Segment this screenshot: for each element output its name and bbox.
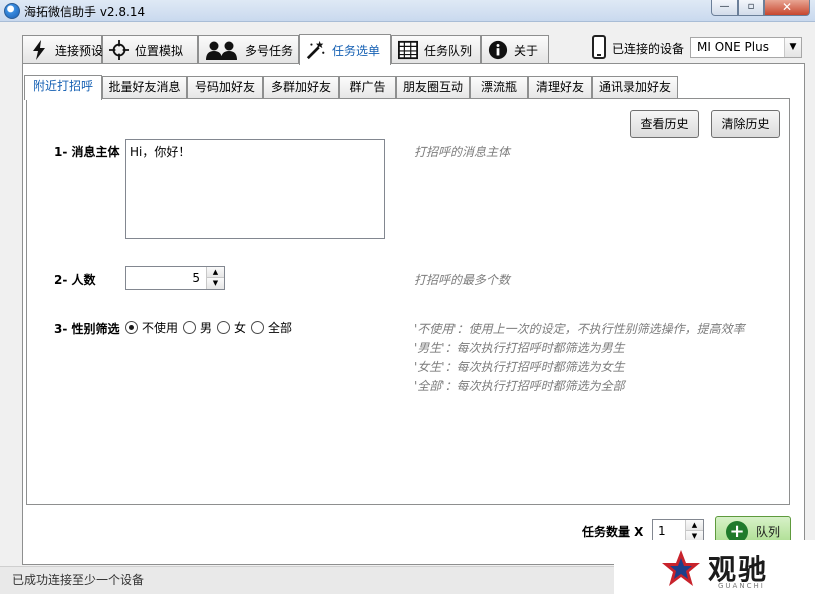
window-title: 海拓微信助手 v2.8.14 bbox=[24, 5, 146, 19]
lightning-icon bbox=[29, 40, 49, 60]
minimize-button[interactable]: — bbox=[711, 0, 738, 16]
gender-hint-line: '全部'：每次执行打招呼时都筛选为全部 bbox=[414, 379, 625, 393]
gender-radio-group: 不使用 男 女 全部 bbox=[125, 319, 297, 335]
chevron-down-icon[interactable]: ▼ bbox=[784, 38, 801, 57]
message-hint: 打招呼的消息主体 bbox=[414, 145, 511, 159]
subtab-add-by-number[interactable]: 号码加好友 bbox=[187, 76, 263, 99]
radio-label: 不使用 bbox=[142, 320, 179, 335]
stepper-down-icon[interactable]: ▼ bbox=[207, 278, 224, 289]
subtab-group-ads[interactable]: 群广告 bbox=[339, 76, 396, 99]
subtab-multi-group-add[interactable]: 多群加好友 bbox=[263, 76, 339, 99]
tab-multi-account[interactable]: 多号任务 bbox=[198, 35, 299, 64]
subtab-moments[interactable]: 朋友圈互动 bbox=[396, 76, 470, 99]
app-logo-icon bbox=[4, 3, 20, 19]
tab-task-queue[interactable]: 任务队列 bbox=[391, 35, 481, 64]
tab-task-menu[interactable]: 任务选单 bbox=[299, 34, 391, 65]
gender-hint-line: '不使用'：使用上一次的设定，不执行性别筛选操作，提高效率 bbox=[414, 322, 745, 336]
stepper-up-icon[interactable]: ▲ bbox=[207, 267, 224, 278]
gender-radio-none[interactable]: 不使用 bbox=[125, 319, 178, 336]
count-stepper[interactable]: 5 ▲ ▼ bbox=[125, 266, 225, 290]
clear-history-button[interactable]: 清除历史 bbox=[711, 110, 780, 138]
watermark-star-icon bbox=[662, 550, 700, 586]
subtab-drift-bottle[interactable]: 漂流瓶 bbox=[470, 76, 528, 99]
count-label: 2- 人数 bbox=[54, 273, 96, 287]
users-icon bbox=[205, 40, 239, 60]
tab-location-sim[interactable]: 位置模拟 bbox=[102, 35, 198, 64]
magic-wand-icon bbox=[306, 40, 326, 60]
title-bar: 海拓微信助手 v2.8.14 — ▫ ✕ bbox=[0, 0, 815, 22]
radio-icon[interactable] bbox=[183, 320, 197, 334]
radio-icon[interactable] bbox=[217, 320, 231, 334]
task-count-value: 1 bbox=[658, 524, 666, 538]
maximize-button[interactable]: ▫ bbox=[738, 0, 764, 16]
task-count-label: 任务数量 X bbox=[582, 525, 644, 539]
queue-button-label: 队列 bbox=[756, 525, 781, 539]
radio-label: 女 bbox=[234, 320, 247, 335]
radio-checked-icon[interactable] bbox=[125, 320, 138, 334]
gender-filter-label: 3- 性别筛选 bbox=[54, 322, 120, 336]
radio-icon[interactable] bbox=[251, 320, 265, 334]
watermark-subtext: GUANCHI bbox=[718, 582, 765, 590]
watermark: 观驰 GUANCHI bbox=[614, 540, 815, 594]
info-icon bbox=[488, 40, 508, 60]
gender-radio-all[interactable]: 全部 bbox=[251, 319, 292, 336]
stepper-up-icon[interactable]: ▲ bbox=[686, 520, 703, 531]
subtab-contacts-add[interactable]: 通讯录加好友 bbox=[592, 76, 678, 99]
connected-device-label: 已连接的设备 bbox=[612, 42, 685, 56]
radio-label: 男 bbox=[200, 320, 213, 335]
crosshair-icon bbox=[109, 40, 129, 60]
radio-label: 全部 bbox=[268, 320, 293, 335]
close-button[interactable]: ✕ bbox=[764, 0, 810, 16]
status-text: 已成功连接至少一个设备 bbox=[12, 573, 145, 587]
message-textarea[interactable]: Hi，你好！ bbox=[125, 139, 385, 239]
gender-radio-male[interactable]: 男 bbox=[183, 319, 212, 336]
gender-hint-line: '男生'：每次执行打招呼时都筛选为男生 bbox=[414, 341, 625, 355]
view-history-button[interactable]: 查看历史 bbox=[630, 110, 699, 138]
device-select-value: MI ONE Plus bbox=[697, 40, 769, 54]
gender-radio-female[interactable]: 女 bbox=[217, 319, 246, 336]
tab-about[interactable]: 关于 bbox=[481, 35, 549, 64]
grid-icon bbox=[398, 40, 418, 60]
subtab-nearby-greet[interactable]: 附近打招呼 bbox=[24, 75, 102, 100]
count-stepper-buttons: ▲ ▼ bbox=[206, 267, 224, 289]
count-hint: 打招呼的最多个数 bbox=[414, 273, 511, 287]
message-label: 1- 消息主体 bbox=[54, 145, 120, 159]
tab-connect-preset[interactable]: 连接预设 bbox=[22, 35, 103, 64]
subtab-clean-friends[interactable]: 清理好友 bbox=[528, 76, 592, 99]
subtab-batch-friend-msg[interactable]: 批量好友消息 bbox=[102, 76, 187, 99]
count-value: 5 bbox=[192, 271, 200, 285]
phone-icon bbox=[592, 35, 606, 59]
gender-hint-line: '女生'：每次执行打招呼时都筛选为女生 bbox=[414, 360, 625, 374]
task-count-stepper-buttons: ▲ ▼ bbox=[685, 520, 703, 542]
device-select[interactable]: MI ONE Plus ▼ bbox=[690, 37, 802, 58]
